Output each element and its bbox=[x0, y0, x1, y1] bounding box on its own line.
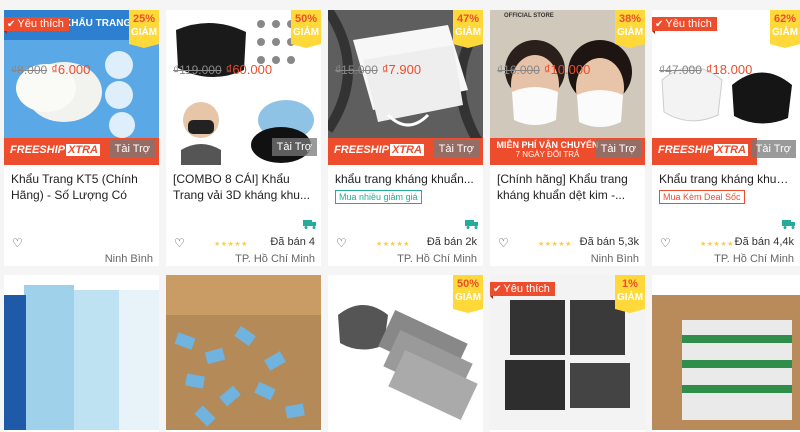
heart-outline-icon[interactable]: ♡ bbox=[498, 236, 509, 250]
product-location: Ninh Bình bbox=[590, 253, 639, 265]
price-row: ₫15.000 ₫7.900 bbox=[335, 62, 421, 77]
original-price: ₫8.000 bbox=[11, 63, 48, 77]
product-card[interactable]: ✔ Yêu thích 62% GIẢM FREESHIP XTRA Tài Trợ … bbox=[652, 10, 800, 266]
product-info: [COMBO 8 CÁI] Khẩu Trang vải 3D kháng kh… bbox=[166, 165, 321, 203]
sold-count: Đã bán 4 bbox=[270, 236, 315, 248]
product-image[interactable]: ✔ Yêu thích 62% GIẢM FREESHIP XTRA Tài Trợ bbox=[652, 10, 800, 165]
product-info: Khẩu trang kháng khuẩ... Mua Kèm Deal Số… bbox=[652, 165, 800, 205]
product-card[interactable]: OFFICIAL STORE 38% GIẢM MIỄN PHÍ VẬN CHUY… bbox=[490, 10, 645, 266]
discount-badge: 62% GIẢM bbox=[770, 10, 800, 48]
favorite-badge: ✔ Yêu thích bbox=[652, 17, 717, 34]
sponsored-label: Tài Trợ bbox=[271, 138, 317, 156]
product-card[interactable] bbox=[166, 275, 321, 432]
favorite-badge: ✔ Yêu thích bbox=[4, 17, 69, 34]
favorite-badge: ✔ Yêu thích bbox=[490, 282, 555, 299]
product-card[interactable]: 47% GIẢM FREESHIP XTRA Tài Trợ khẩu trang … bbox=[328, 10, 483, 266]
sale-price: ₫6.000 bbox=[51, 62, 91, 77]
rating-stars: ★★★★★ bbox=[214, 241, 248, 248]
official-store-badge: OFFICIAL STORE bbox=[504, 13, 554, 19]
mask-pile-photo bbox=[166, 275, 321, 430]
rating-stars: ★★★★★ bbox=[376, 241, 410, 248]
product-name[interactable]: khẩu trang kháng khuẩn... bbox=[335, 171, 476, 187]
product-info: Khẩu Trang KT5 (Chính Hãng) - Số Lượng C… bbox=[4, 165, 159, 203]
rating-stars: ★★★★★ bbox=[700, 241, 734, 248]
original-price: ₫119.000 bbox=[173, 63, 222, 77]
sale-price: ₫10.000 bbox=[543, 62, 591, 77]
product-name[interactable]: [Chính hãng] Khẩu trang kháng khuẩn dệt … bbox=[497, 171, 638, 203]
promo-tag: Mua Kèm Deal Sốc bbox=[659, 190, 745, 204]
product-image[interactable]: 47% GIẢM FREESHIP XTRA Tài Trợ bbox=[328, 10, 483, 165]
original-price: ₫47.000 bbox=[659, 63, 702, 77]
heart-outline-icon[interactable]: ♡ bbox=[12, 236, 23, 250]
discount-badge: 25% GIẢM bbox=[129, 10, 159, 48]
product-grid: KHẨU TRANG KT5 ✔ Yêu thích 25% GIẢM FREESH… bbox=[0, 0, 800, 432]
product-image[interactable] bbox=[4, 275, 159, 430]
sponsored-label: Tài Trợ bbox=[595, 140, 641, 158]
price-row: ₫119.000 ₫60.000 bbox=[173, 62, 272, 77]
product-card[interactable]: 50% GIẢM Tài Trợ [COMBO 8 CÁI] Khẩu Trang… bbox=[166, 10, 321, 266]
original-price: ₫16.000 bbox=[497, 63, 540, 77]
heart-outline-icon[interactable]: ♡ bbox=[660, 236, 671, 250]
mask-carton-photo bbox=[652, 275, 800, 430]
discount-badge: 47% GIẢM bbox=[453, 10, 483, 48]
product-name[interactable]: [COMBO 8 CÁI] Khẩu Trang vải 3D kháng kh… bbox=[173, 171, 314, 203]
product-image[interactable]: OFFICIAL STORE 38% GIẢM MIỄN PHÍ VẬN CHUY… bbox=[490, 10, 645, 165]
heart-outline-icon[interactable]: ♡ bbox=[336, 236, 347, 250]
product-name[interactable]: Khẩu trang kháng khuẩ... bbox=[659, 171, 793, 187]
sale-price: ₫60.000 bbox=[225, 62, 273, 77]
heart-outline-icon[interactable]: ♡ bbox=[174, 236, 185, 250]
product-image[interactable]: 50% GIẢM Tài Trợ bbox=[166, 10, 321, 165]
check-icon: ✔ bbox=[493, 284, 502, 295]
product-card[interactable] bbox=[4, 275, 159, 432]
sponsored-label: Tài Trợ bbox=[433, 140, 479, 158]
freeship-banner: FREESHIP XTRA bbox=[652, 138, 757, 165]
product-location: Ninh Bình bbox=[104, 253, 153, 265]
product-image[interactable]: 50% GIẢM bbox=[328, 275, 483, 430]
discount-badge: 38% GIẢM bbox=[615, 10, 645, 48]
freeship-banner: FREESHIP XTRA Tài Trợ bbox=[4, 138, 159, 165]
free-shipping-truck-icon bbox=[465, 220, 478, 229]
price-row: ₫47.000 ₫18.000 bbox=[659, 62, 752, 77]
sold-count: Đã bán 2k bbox=[426, 236, 477, 248]
product-card[interactable]: ✔ Yêu thích 1% GIẢM bbox=[490, 275, 645, 432]
mask-box-photo bbox=[4, 275, 159, 430]
product-location: TP. Hồ Chí Minh bbox=[397, 253, 477, 265]
product-location: TP. Hồ Chí Minh bbox=[714, 253, 794, 265]
free-shipping-truck-icon bbox=[303, 220, 316, 229]
rating-stars: ★★★★★ bbox=[538, 241, 572, 248]
sale-price: ₫7.900 bbox=[381, 62, 422, 77]
price-row: ₫8.000 ₫6.000 bbox=[11, 62, 90, 77]
sponsored-label: Tài Trợ bbox=[750, 140, 796, 158]
check-icon: ✔ bbox=[655, 19, 664, 30]
discount-badge: 50% GIẢM bbox=[291, 10, 321, 48]
freeship-banner: FREESHIP XTRA Tài Trợ bbox=[328, 138, 483, 165]
sponsored-label: Tài Trợ bbox=[109, 140, 155, 158]
free-shipping-truck-icon bbox=[782, 220, 795, 229]
sold-count: Đã bán 4,4k bbox=[734, 236, 794, 248]
product-image[interactable]: KHẨU TRANG KT5 ✔ Yêu thích 25% GIẢM FREESH… bbox=[4, 10, 159, 165]
product-image[interactable] bbox=[166, 275, 321, 430]
price-row: ₫16.000 ₫10.000 bbox=[497, 62, 590, 77]
product-info: khẩu trang kháng khuẩn... Mua nhiều giảm… bbox=[328, 165, 483, 205]
original-price: ₫15.000 bbox=[335, 63, 378, 77]
product-name[interactable]: Khẩu Trang KT5 (Chính Hãng) - Số Lượng C… bbox=[11, 171, 152, 203]
discount-badge: 50% GIẢM bbox=[453, 275, 483, 313]
product-image[interactable]: ✔ Yêu thích 1% GIẢM bbox=[490, 275, 645, 430]
check-icon: ✔ bbox=[7, 19, 16, 30]
sold-count: Đã bán 5,3k bbox=[579, 236, 639, 248]
product-card[interactable] bbox=[652, 275, 800, 432]
sale-price: ₫18.000 bbox=[705, 62, 753, 77]
product-image[interactable] bbox=[652, 275, 800, 430]
discount-badge: 1% GIẢM bbox=[615, 275, 645, 313]
product-info: [Chính hãng] Khẩu trang kháng khuẩn dệt … bbox=[490, 165, 645, 203]
product-card[interactable]: KHẨU TRANG KT5 ✔ Yêu thích 25% GIẢM FREESH… bbox=[4, 10, 159, 266]
promo-tag: Mua nhiều giảm giá bbox=[335, 190, 422, 204]
product-card[interactable]: 50% GIẢM bbox=[328, 275, 483, 432]
product-location: TP. Hồ Chí Minh bbox=[235, 253, 315, 265]
